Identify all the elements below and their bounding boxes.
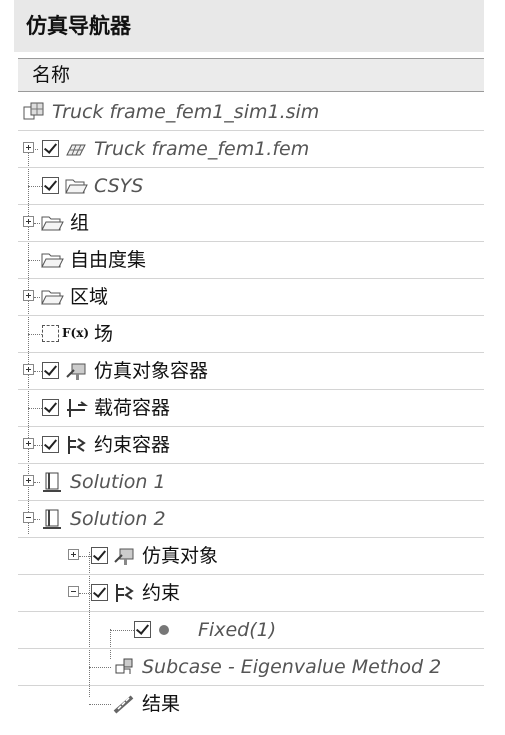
sim-object-icon (114, 548, 134, 565)
checkbox-fem[interactable] (42, 140, 59, 157)
expand-toggle-regions[interactable] (23, 290, 34, 301)
tree-label-constraint-container: 约束容器 (94, 434, 171, 456)
collapse-toggle-constraints[interactable] (68, 586, 79, 597)
collapse-toggle-solution-2[interactable] (23, 512, 34, 523)
tree-row-sim-object-container[interactable]: 仿真对象容器 (18, 353, 484, 390)
tree-label-fields: 场 (94, 323, 114, 345)
tree-label-sim-file: Truck frame_fem1_sim1.sim (52, 101, 320, 123)
checkbox-sim-object-container[interactable] (42, 362, 59, 379)
folder-icon (65, 179, 88, 194)
sim-file-icon (23, 102, 44, 120)
tree-row-dof-sets[interactable]: 自由度集 (18, 242, 484, 279)
fixed-dot-icon (159, 625, 169, 635)
results-icon (113, 695, 134, 714)
tree-row-subcase[interactable]: Subcase - Eigenvalue Method 2 (18, 649, 484, 686)
expand-toggle-fem[interactable] (23, 142, 34, 153)
checkbox-csys[interactable] (42, 177, 59, 194)
tree-row-results[interactable]: 结果 (18, 686, 484, 723)
tree-row-solution-1[interactable]: Solution 1 (18, 464, 484, 501)
tree-row-fields[interactable]: F(x) 场 (18, 316, 484, 353)
tree-label-solution-2: Solution 2 (70, 508, 166, 530)
expand-toggle-groups[interactable] (23, 216, 34, 227)
simulation-navigator-panel: 仿真导航器 名称 Truck frame_fem1_sim1.sim Truck (14, 0, 484, 735)
navigator-tree: Truck frame_fem1_sim1.sim Truck frame_fe… (18, 94, 484, 723)
tree-row-constraints[interactable]: 约束 (18, 575, 484, 612)
mesh-icon (66, 144, 86, 156)
tree-label-dof-sets: 自由度集 (70, 249, 147, 271)
tree-label-fem: Truck frame_fem1.fem (94, 138, 310, 160)
tree-label-subcase: Subcase - Eigenvalue Method 2 (142, 656, 442, 678)
constraint-icon (68, 436, 86, 454)
checkbox-constraints[interactable] (91, 584, 108, 601)
tree-row-load-container[interactable]: 载荷容器 (18, 390, 484, 427)
load-icon (67, 399, 88, 417)
tree-row-sim-file[interactable]: Truck frame_fem1_sim1.sim (18, 94, 484, 131)
solution-icon (43, 509, 61, 529)
folder-icon (41, 290, 64, 305)
expand-toggle-solution-1[interactable] (23, 475, 34, 486)
folder-icon (41, 253, 64, 268)
checkbox-fields[interactable] (42, 325, 59, 342)
constraint-icon (116, 584, 134, 602)
tree-label-solution-1: Solution 1 (70, 471, 166, 493)
tree-row-groups[interactable]: 组 (18, 205, 484, 242)
folder-icon (41, 216, 64, 231)
tree-row-regions[interactable]: 区域 (18, 279, 484, 316)
subcase-icon (115, 658, 133, 674)
tree-label-groups: 组 (70, 212, 90, 234)
tree-label-csys: CSYS (94, 175, 144, 197)
tree-row-csys[interactable]: CSYS (18, 168, 484, 205)
tree-row-sim-objects[interactable]: 仿真对象 (18, 538, 484, 575)
tree-row-fem[interactable]: Truck frame_fem1.fem (18, 131, 484, 168)
checkbox-fixed[interactable] (134, 621, 151, 638)
function-icon: F(x) (62, 326, 90, 340)
tree-label-load-container: 载荷容器 (94, 397, 171, 419)
panel-title: 仿真导航器 (14, 0, 484, 52)
tree-label-fixed: Fixed(1) (198, 619, 277, 641)
column-header-name[interactable]: 名称 (18, 58, 484, 92)
tree-row-constraint-container[interactable]: 约束容器 (18, 427, 484, 464)
checkbox-constraint-container[interactable] (42, 436, 59, 453)
expand-toggle-sim-object-container[interactable] (23, 364, 34, 375)
tree-label-constraints: 约束 (142, 582, 181, 604)
expand-toggle-constraint-container[interactable] (23, 438, 34, 449)
expand-toggle-sim-objects[interactable] (68, 549, 79, 560)
checkbox-sim-objects[interactable] (91, 547, 108, 564)
tree-row-solution-2[interactable]: Solution 2 (18, 501, 484, 538)
tree-row-fixed[interactable]: Fixed(1) (18, 612, 484, 649)
sim-object-icon (66, 363, 86, 380)
solution-icon (43, 472, 61, 492)
tree-label-sim-object-container: 仿真对象容器 (94, 360, 209, 382)
checkbox-load-container[interactable] (42, 399, 59, 416)
tree-label-results: 结果 (142, 693, 181, 715)
tree-label-regions: 区域 (70, 286, 109, 308)
tree-label-sim-objects: 仿真对象 (142, 545, 219, 567)
